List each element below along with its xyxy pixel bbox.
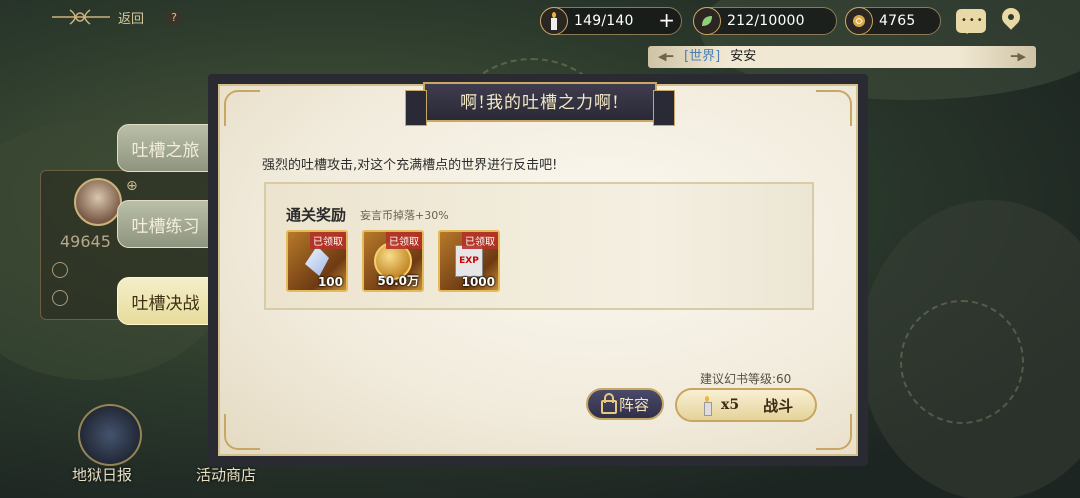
reward-amount: 50.0万 — [377, 274, 419, 288]
help-icon[interactable]: ? — [166, 10, 182, 26]
ornament-icon — [52, 9, 110, 25]
fight-button[interactable]: x5 战斗 — [675, 388, 817, 422]
tab-practice[interactable]: 吐槽练习 — [117, 200, 214, 248]
player-score: 49645 — [60, 232, 111, 251]
reward-bonus: 妄言币掉落+30% — [360, 209, 449, 222]
chat-channel: [世界] — [684, 49, 721, 64]
claimed-badge: 已领取 — [386, 232, 422, 249]
resource-stamina[interactable]: 149/140 + — [540, 7, 682, 35]
chat-icon[interactable]: ••• — [956, 9, 986, 34]
coin-swirl-icon — [845, 7, 873, 35]
tab-battle[interactable]: 吐槽决战 — [117, 277, 214, 325]
stage-dialog: 啊!我的吐槽之力啊! 强烈的吐槽攻击,对这个充满槽点的世界进行反击吧! 通关奖励… — [208, 74, 868, 466]
resource-currency: 4765 — [845, 7, 941, 35]
currency-value: 4765 — [879, 13, 916, 29]
claimed-badge: 已领取 — [310, 232, 346, 249]
swirl-icon — [52, 290, 68, 306]
arrow-left-icon: ◀━ — [658, 50, 674, 63]
fight-cost: x5 — [721, 397, 740, 413]
team-button-label: 阵容 — [618, 395, 649, 414]
chat-message: 安安 — [730, 49, 757, 64]
back-button[interactable]: 返回 — [50, 6, 144, 28]
fight-button-label: 战斗 — [763, 396, 794, 415]
reward-item-exp-card[interactable]: EXP 已领取 1000 — [438, 230, 500, 292]
candle-icon — [540, 7, 568, 35]
leaf-value: 212/10000 — [727, 13, 805, 29]
add-stamina-button[interactable]: + — [658, 9, 675, 31]
reward-amount: 1000 — [461, 275, 495, 289]
reward-title: 通关奖励 — [286, 206, 347, 224]
lock-icon — [600, 393, 617, 414]
nav-event-shop[interactable]: 活动商店 — [196, 464, 256, 485]
dialog-title: 啊!我的吐槽之力啊! — [405, 82, 675, 126]
candle-icon — [701, 396, 713, 416]
reward-section: 通关奖励 妄言币掉落+30% 已领取 100 已领取 50.0万 EXP 已领取… — [264, 182, 814, 310]
stage-description: 强烈的吐槽攻击,对这个充满槽点的世界进行反击吧! — [262, 158, 558, 173]
avatar[interactable] — [74, 178, 122, 226]
reward-item-crystal[interactable]: 已领取 100 — [286, 230, 348, 292]
world-chat-bar[interactable]: ◀━ [世界] 安安 ━▶ — [648, 46, 1036, 68]
back-label: 返回 — [118, 11, 145, 27]
arrow-right-icon: ━▶ — [1010, 50, 1026, 63]
daily-news-icon[interactable] — [78, 404, 142, 466]
add-icon[interactable]: ⊕ — [126, 178, 138, 194]
reward-amount: 100 — [317, 275, 343, 289]
nav-daily-news[interactable]: 地狱日报 — [72, 464, 132, 485]
crystal-icon — [305, 246, 329, 276]
leaf-icon — [693, 7, 721, 35]
dialog-body: 啊!我的吐槽之力啊! 强烈的吐槽攻击,对这个充满槽点的世界进行反击吧! 通关奖励… — [218, 82, 858, 456]
team-button[interactable]: 阵容 — [586, 388, 664, 420]
stamina-value: 149/140 — [574, 13, 634, 29]
claimed-badge: 已领取 — [462, 232, 498, 249]
recommended-level: 建议幻书等级:60 — [700, 372, 792, 386]
reward-item-coin[interactable]: 已领取 50.0万 — [362, 230, 424, 292]
resource-leaf: 212/10000 — [693, 7, 837, 35]
gem-icon — [52, 262, 68, 278]
exp-card-icon: EXP — [455, 245, 483, 277]
tab-journey[interactable]: 吐槽之旅 — [117, 124, 214, 172]
